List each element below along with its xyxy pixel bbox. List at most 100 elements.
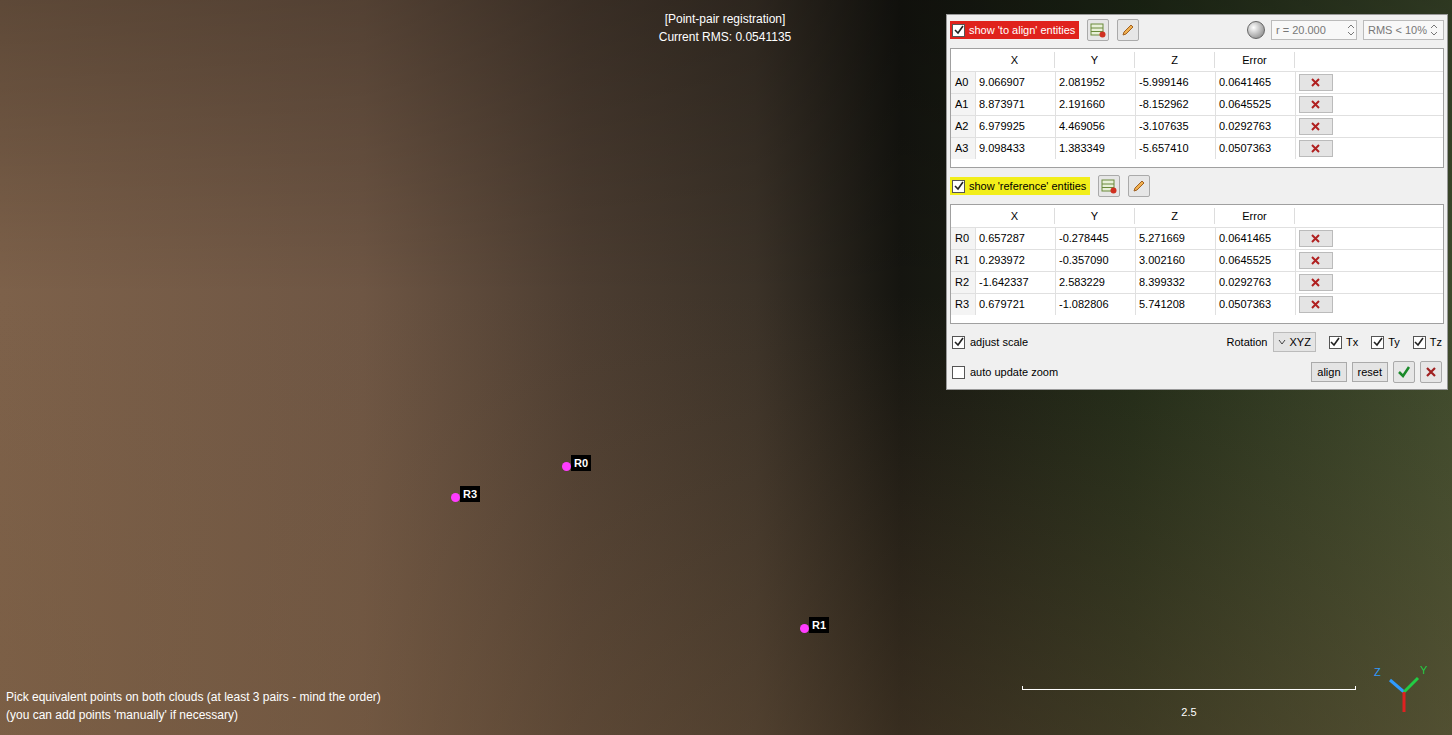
table-cell[interactable]: 4.469056 <box>1055 116 1135 137</box>
table-cell[interactable]: 0.0292763 <box>1215 272 1295 293</box>
to-align-checkbox[interactable] <box>952 24 965 37</box>
delete-button[interactable] <box>1299 140 1333 157</box>
reference-table: XYZErrorR00.657287-0.2784455.2716690.064… <box>950 204 1444 324</box>
delete-button[interactable] <box>1299 252 1333 269</box>
table-cell[interactable]: 0.679721 <box>975 294 1055 315</box>
table-cell[interactable]: -0.357090 <box>1055 250 1135 271</box>
table-cell[interactable]: -0.278445 <box>1055 228 1135 249</box>
table-row[interactable]: R10.293972-0.3570903.0021600.0645525 <box>951 249 1443 271</box>
adjust-scale[interactable]: adjust scale <box>952 334 1028 351</box>
table-cell[interactable]: 2.081952 <box>1055 72 1135 93</box>
to-align-section: show 'to align' entities r = 20.000 RMS < … <box>950 18 1444 168</box>
adjust-scale-checkbox[interactable] <box>952 336 965 349</box>
delete-icon <box>1311 78 1320 87</box>
to-align-edit-button[interactable] <box>1117 19 1139 41</box>
translation-checkbox[interactable] <box>1371 336 1384 349</box>
table-cell[interactable]: 0.0507363 <box>1215 138 1295 159</box>
delete-button[interactable] <box>1299 274 1333 291</box>
rms-filter-dropdown[interactable]: RMS < 10% <box>1363 20 1444 40</box>
translation-checkbox[interactable] <box>1329 336 1342 349</box>
axis-trihedron: ZY <box>1372 660 1442 730</box>
cancel-button[interactable] <box>1420 361 1442 383</box>
reference-edit-button[interactable] <box>1128 175 1150 197</box>
table-cell[interactable]: -5.657410 <box>1135 138 1215 159</box>
ok-button[interactable] <box>1393 361 1415 383</box>
table-cell[interactable]: 3.002160 <box>1135 250 1215 271</box>
delete-button[interactable] <box>1299 296 1333 313</box>
column-header: Y <box>1055 52 1135 69</box>
table-cell[interactable]: -5.999146 <box>1135 72 1215 93</box>
table-add-icon <box>1101 178 1117 194</box>
table-cell[interactable]: -1.082806 <box>1055 294 1135 315</box>
reset-button[interactable]: reset <box>1352 362 1388 382</box>
delete-button[interactable] <box>1299 118 1333 135</box>
auto-update-zoom[interactable]: auto update zoom <box>952 364 1058 381</box>
table-cell[interactable]: 0.0292763 <box>1215 116 1295 137</box>
reference-section: show 'reference' entities XYZErrorR00.657… <box>950 174 1444 324</box>
table-cell[interactable]: 0.293972 <box>975 250 1055 271</box>
delete-icon <box>1311 100 1320 109</box>
align-button[interactable]: align <box>1311 362 1346 382</box>
delete-button[interactable] <box>1299 230 1333 247</box>
table-cell[interactable]: 2.583229 <box>1055 272 1135 293</box>
reference-add-button[interactable] <box>1098 175 1120 197</box>
table-cell[interactable]: -8.152962 <box>1135 94 1215 115</box>
to-align-add-button[interactable] <box>1087 19 1109 41</box>
column-header: Z <box>1135 52 1215 69</box>
table-row[interactable]: R2-1.6423372.5832298.3993320.0292763 <box>951 271 1443 293</box>
point-marker[interactable]: R1 <box>800 612 829 633</box>
registration-panel: show 'to align' entities r = 20.000 RMS < … <box>946 14 1448 390</box>
translation-toggle[interactable]: Ty <box>1371 334 1400 351</box>
reference-toggle[interactable]: show 'reference' entities <box>950 177 1090 196</box>
delete-icon <box>1311 300 1320 309</box>
table-cell[interactable]: 9.066907 <box>975 72 1055 93</box>
table-row[interactable]: A39.0984331.383349-5.6574100.0507363 <box>951 137 1443 159</box>
column-header: Y <box>1055 208 1135 225</box>
point-marker[interactable]: R3 <box>451 481 480 502</box>
table-cell[interactable]: 0.0641465 <box>1215 228 1295 249</box>
translation-toggle[interactable]: Tz <box>1413 334 1442 351</box>
table-cell[interactable]: 8.873971 <box>975 94 1055 115</box>
table-cell[interactable]: 5.271669 <box>1135 228 1215 249</box>
delete-icon <box>1311 122 1320 131</box>
point-marker[interactable]: R0 <box>562 450 591 471</box>
hint-text: Pick equivalent points on both clouds (a… <box>6 688 381 724</box>
table-row[interactable]: R00.657287-0.2784455.2716690.0641465 <box>951 227 1443 249</box>
table-row[interactable]: R30.679721-1.0828065.7412080.0507363 <box>951 293 1443 315</box>
table-cell[interactable]: 8.399332 <box>1135 272 1215 293</box>
tick-icon <box>1414 337 1424 347</box>
delete-button[interactable] <box>1299 74 1333 91</box>
spin-arrows-icon <box>1346 23 1356 37</box>
tick-icon <box>1373 337 1383 347</box>
column-header: X <box>975 208 1055 225</box>
delete-button[interactable] <box>1299 96 1333 113</box>
table-cell[interactable]: 0.0641465 <box>1215 72 1295 93</box>
to-align-table: XYZErrorA09.0669072.081952-5.9991460.064… <box>950 48 1444 168</box>
table-cell[interactable]: 5.741208 <box>1135 294 1215 315</box>
table-row[interactable]: A09.0669072.081952-5.9991460.0641465 <box>951 71 1443 93</box>
table-cell[interactable]: 0.0645525 <box>1215 250 1295 271</box>
table-cell[interactable]: 9.098433 <box>975 138 1055 159</box>
delete-icon <box>1311 234 1320 243</box>
translation-toggle[interactable]: Tx <box>1329 334 1358 351</box>
table-cell[interactable]: -1.642337 <box>975 272 1055 293</box>
rotation-dropdown[interactable]: XYZ <box>1273 332 1316 352</box>
table-cell[interactable]: 6.979925 <box>975 116 1055 137</box>
table-cell[interactable]: 2.191660 <box>1055 94 1135 115</box>
table-cell[interactable]: 0.0507363 <box>1215 294 1295 315</box>
reference-checkbox[interactable] <box>952 180 965 193</box>
pencil-icon <box>1120 22 1136 38</box>
radius-spinbox[interactable]: r = 20.000 <box>1271 20 1357 40</box>
to-align-toggle[interactable]: show 'to align' entities <box>950 21 1079 40</box>
auto-update-zoom-checkbox[interactable] <box>952 366 965 379</box>
table-cell[interactable]: 0.657287 <box>975 228 1055 249</box>
table-cell[interactable]: 1.383349 <box>1055 138 1135 159</box>
sphere-radio[interactable] <box>1247 21 1265 39</box>
cross-icon <box>1425 366 1437 378</box>
viewport-title: [Point-pair registration]Current RMS: 0.… <box>600 10 850 46</box>
table-cell[interactable]: 0.0645525 <box>1215 94 1295 115</box>
table-row[interactable]: A26.9799254.469056-3.1076350.0292763 <box>951 115 1443 137</box>
table-row[interactable]: A18.8739712.191660-8.1529620.0645525 <box>951 93 1443 115</box>
translation-checkbox[interactable] <box>1413 336 1426 349</box>
table-cell[interactable]: -3.107635 <box>1135 116 1215 137</box>
